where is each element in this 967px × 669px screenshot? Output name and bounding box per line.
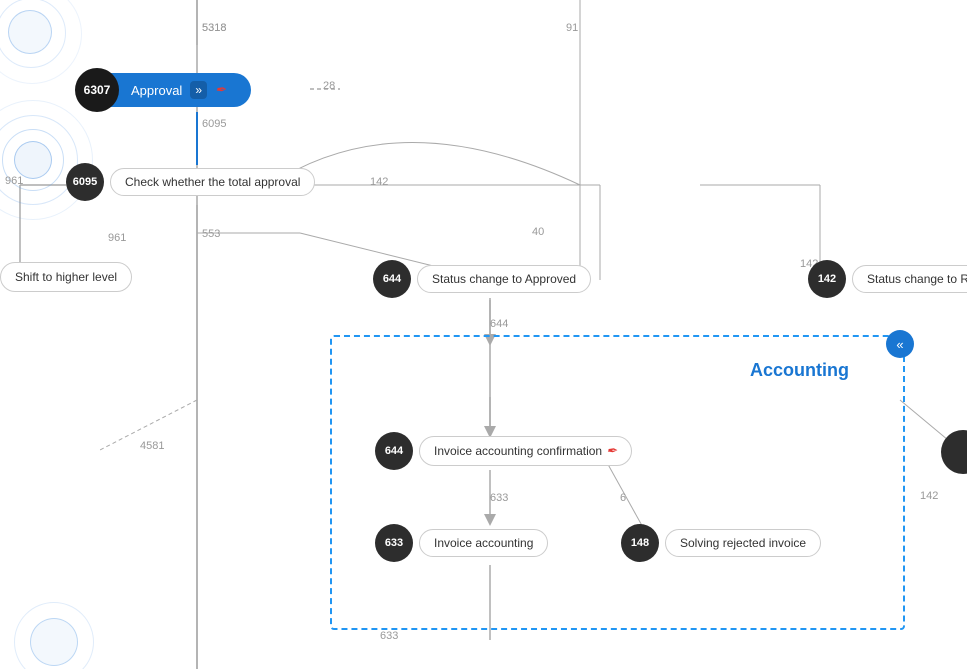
sonar-ring-bot-1 — [30, 618, 78, 666]
edge-label-5318-text: 5318 — [202, 22, 226, 34]
accounting-title: Accounting — [750, 360, 849, 381]
edge-label-961-bottom: 961 — [108, 232, 126, 244]
edge-label-644-box: 644 — [490, 318, 508, 330]
edge-label-40: 40 — [532, 226, 544, 238]
solving-rejected-badge: 148 — [621, 524, 659, 562]
edge-label-142-mid: 142 — [370, 176, 388, 188]
shift-higher-label: Shift to higher level — [0, 262, 132, 292]
invoice-confirm-badge: 644 — [375, 432, 413, 470]
solving-rejected-node[interactable]: 148 Solving rejected invoice — [621, 524, 821, 562]
invoice-accounting-badge: 633 — [375, 524, 413, 562]
sonar-ring-1 — [14, 141, 52, 179]
approval-node[interactable]: 6307 Approval » ✒ — [75, 68, 251, 112]
status-rejected-badge: 142 — [808, 260, 846, 298]
solving-rejected-label: Solving rejected invoice — [665, 529, 821, 557]
invoice-accounting-node[interactable]: 633 Invoice accounting — [375, 524, 548, 562]
invoice-confirm-label: Invoice accounting confirmation ✒ — [419, 436, 632, 466]
process-canvas: 5318 5318 6307 Approval » ✒ 28 6095 6095… — [0, 0, 967, 669]
edge-label-91: 91 — [566, 22, 578, 34]
shift-higher-node[interactable]: Shift to higher level — [0, 262, 132, 292]
right-partial-node — [941, 430, 967, 474]
edge-label-28: 28 — [323, 80, 335, 92]
approval-badge: 6307 — [75, 68, 119, 112]
status-approved-node[interactable]: 644 Status change to Approved — [373, 260, 591, 298]
edge-label-633-mid: 633 — [490, 492, 508, 504]
edge-label-553: 553 — [202, 228, 220, 240]
check-node[interactable]: 6095 Check whether the total approval — [66, 163, 315, 201]
status-rejected-node[interactable]: 142 Status change to Rejected — [808, 260, 967, 298]
invoice-accounting-label: Invoice accounting — [419, 529, 548, 557]
edit-icon: ✒ — [215, 82, 226, 98]
status-approved-badge: 644 — [373, 260, 411, 298]
edge-label-961-left: 961 — [5, 175, 23, 187]
edge-label-6095: 6095 — [202, 118, 226, 130]
edge-label-142-right: 142 — [920, 490, 938, 502]
chevron-right-icon: » — [190, 81, 207, 99]
pen-icon-invoice: ✒ — [606, 443, 617, 459]
invoice-confirm-node[interactable]: 644 Invoice accounting confirmation ✒ — [375, 432, 632, 470]
approval-label: Approval » ✒ — [111, 73, 251, 107]
edge-label-4581: 4581 — [140, 440, 164, 452]
check-badge: 6095 — [66, 163, 104, 201]
status-rejected-label: Status change to Rejected — [852, 265, 967, 293]
edge-label-6: 6 — [620, 492, 626, 504]
status-approved-label: Status change to Approved — [417, 265, 591, 293]
collapse-accounting-button[interactable]: « — [886, 330, 914, 358]
edge-label-633-bottom: 633 — [380, 630, 398, 642]
sonar-ring-top-1 — [8, 10, 52, 54]
check-label: Check whether the total approval — [110, 168, 315, 196]
